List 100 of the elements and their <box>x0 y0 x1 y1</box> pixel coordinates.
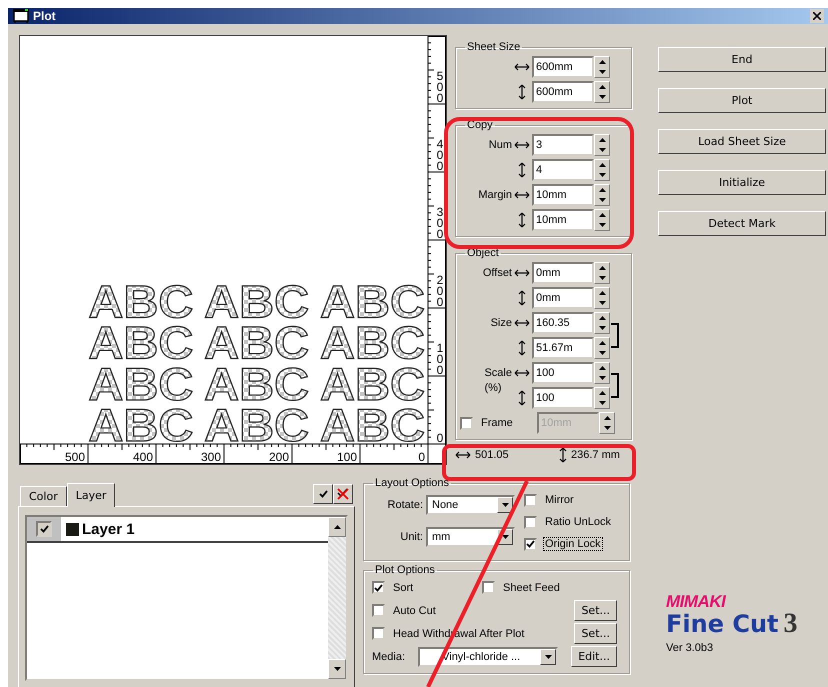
checkbox[interactable] <box>524 516 537 528</box>
brand-logo: MIMAKI <box>666 592 727 612</box>
number-field[interactable]: 0mm <box>532 287 594 309</box>
number-field[interactable]: 10mm <box>532 184 594 206</box>
set-button[interactable]: Set... <box>574 623 617 644</box>
ruler-label: 100 <box>336 450 357 464</box>
number-field[interactable]: 100 <box>532 387 594 409</box>
down-arrow-icon <box>502 503 508 507</box>
spin-buttons[interactable] <box>594 362 610 384</box>
checkbox-label: Sheet Feed <box>502 582 561 594</box>
group-title: Object <box>466 247 500 259</box>
spin-buttons[interactable] <box>594 209 610 231</box>
number-field[interactable]: 10mm <box>532 209 594 231</box>
down-arrow-icon <box>598 223 606 227</box>
spin-buttons[interactable] <box>594 81 610 103</box>
check-icon <box>40 525 48 533</box>
spin-buttons[interactable] <box>594 159 610 181</box>
down-arrow-icon <box>598 70 606 74</box>
vertical-arrow-icon <box>518 162 526 178</box>
tab[interactable]: Layer <box>66 483 116 507</box>
window-title: Plot <box>33 9 56 23</box>
ruler-label: 500 <box>64 450 85 464</box>
product-name: Fine Cut <box>666 610 779 638</box>
down-arrow-icon <box>598 326 606 330</box>
spin-buttons[interactable] <box>594 56 610 78</box>
field-label: Margin <box>478 189 512 201</box>
uncheck-all-button[interactable] <box>333 484 353 504</box>
down-arrow-icon <box>598 198 606 202</box>
horizontal-arrow-icon <box>514 319 530 327</box>
ruler-label: 300 <box>200 450 221 464</box>
check-icon <box>526 540 535 548</box>
horizontal-arrow-icon <box>455 451 471 459</box>
plotter-icon <box>12 8 30 24</box>
down-arrow-icon <box>598 276 606 280</box>
number-field[interactable]: 4 <box>532 159 594 181</box>
vertical-arrow-icon <box>518 340 526 356</box>
command-button[interactable]: Plot <box>658 88 826 113</box>
set-button[interactable]: Set... <box>574 600 617 621</box>
up-arrow-icon <box>598 188 606 192</box>
spin-buttons[interactable] <box>594 287 610 309</box>
number-field[interactable]: 160.35 <box>532 312 594 334</box>
close-icon <box>813 12 821 20</box>
check-icon <box>374 584 383 592</box>
checkbox-label: Auto Cut <box>392 604 437 616</box>
spin-buttons[interactable] <box>594 312 610 334</box>
spin-buttons[interactable] <box>594 184 610 206</box>
number-field[interactable]: 3 <box>532 134 594 156</box>
ruler-label: 100 <box>436 341 444 377</box>
vertical-arrow-icon <box>518 390 526 406</box>
close-button[interactable] <box>810 9 824 23</box>
group-title: Layout Options <box>374 477 450 489</box>
check-all-button[interactable] <box>313 484 333 504</box>
tab[interactable]: Color <box>20 486 67 506</box>
up-arrow-icon <box>598 163 606 167</box>
down-arrow-icon <box>598 351 606 355</box>
checkbox-label: Origin Lock <box>544 538 602 550</box>
horizontal-arrow-icon <box>514 63 530 71</box>
checkbox[interactable] <box>36 521 52 537</box>
ruler-label: 500 <box>436 69 444 105</box>
product-number: 3 <box>784 608 798 640</box>
field-label: Rotate: <box>388 499 423 511</box>
command-button[interactable]: End <box>658 47 826 72</box>
spin-buttons[interactable] <box>594 262 610 284</box>
number-field[interactable]: 100 <box>532 362 594 384</box>
down-arrow-icon <box>598 376 606 380</box>
version-text: Ver 3.0b3 <box>666 642 714 654</box>
up-arrow-icon <box>598 341 606 345</box>
spin-buttons[interactable] <box>594 387 610 409</box>
checkbox[interactable] <box>372 581 385 594</box>
spin-buttons[interactable] <box>599 412 615 434</box>
checkbox[interactable] <box>524 494 537 506</box>
checkbox[interactable] <box>372 627 385 640</box>
up-arrow-icon <box>334 525 340 529</box>
dropdown[interactable]: mm <box>426 527 515 547</box>
number-field[interactable]: 0mm <box>532 262 594 284</box>
command-button[interactable]: Initialize <box>658 170 826 195</box>
command-button[interactable]: Load Sheet Size <box>658 129 826 154</box>
field-label: Offset <box>482 267 512 279</box>
checkbox[interactable] <box>372 604 385 617</box>
ruler-label: 200 <box>268 450 289 464</box>
width-readout: 501.05 <box>475 449 510 461</box>
up-arrow-icon <box>598 316 606 320</box>
edit-button[interactable]: Edit... <box>571 646 617 667</box>
command-button[interactable]: Detect Mark <box>658 211 826 236</box>
scrollbar[interactable] <box>328 517 346 679</box>
spin-buttons[interactable] <box>594 337 610 359</box>
layer-name[interactable]: Layer 1 <box>82 520 135 538</box>
field-label: Scale <box>484 367 512 379</box>
up-arrow-icon <box>598 60 606 64</box>
number-field[interactable]: 600mm <box>532 56 594 78</box>
spin-buttons[interactable] <box>594 134 610 156</box>
dropdown[interactable]: None <box>426 495 515 515</box>
number-field[interactable]: 600mm <box>532 81 594 103</box>
horizontal-arrow-icon <box>514 269 530 277</box>
number-field[interactable]: 51.67m <box>532 337 594 359</box>
checkbox-label: Frame <box>481 417 514 429</box>
checkbox[interactable] <box>524 538 537 550</box>
up-arrow-icon <box>598 85 606 89</box>
checkbox[interactable] <box>482 581 495 594</box>
vertical-arrow-icon <box>518 84 526 100</box>
